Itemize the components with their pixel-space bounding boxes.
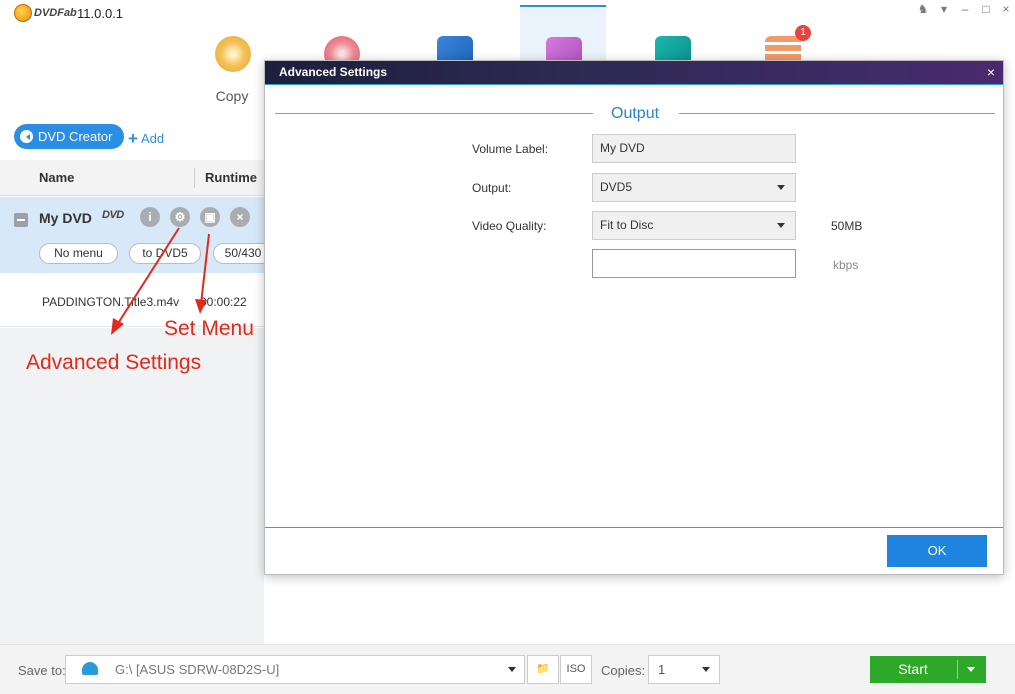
browse-folder-button[interactable]: 📁 xyxy=(527,655,559,684)
advanced-settings-annotation: Advanced Settings xyxy=(26,351,202,374)
section-title-output: Output xyxy=(611,105,660,122)
maximize-icon[interactable]: □ xyxy=(977,2,995,16)
chevron-down-icon xyxy=(777,223,785,228)
bitrate-unit: kbps xyxy=(833,258,859,272)
optical-drive-icon xyxy=(82,662,98,675)
output-select-value: DVD5 xyxy=(600,180,633,194)
save-to-select[interactable]: G:\ [ASUS SDRW-08D2S-U] xyxy=(65,655,525,684)
dialog-divider-top xyxy=(265,84,1003,85)
save-to-path: G:\ [ASUS SDRW-08D2S-U] xyxy=(115,662,280,677)
video-quality-value: Fit to Disc xyxy=(600,218,654,232)
video-size-readout: 50MB xyxy=(831,219,863,233)
copies-select[interactable]: 1 xyxy=(648,655,720,684)
video-quality-label: Video Quality: xyxy=(472,219,547,233)
volume-label-label: Volume Label: xyxy=(472,142,549,156)
dialog-title-bar: Advanced Settings xyxy=(265,61,1003,84)
dialog-divider-bottom xyxy=(265,527,1003,528)
task-count-badge: 1 xyxy=(795,25,811,41)
section-rule-right xyxy=(679,113,995,114)
output-label: Output: xyxy=(472,181,512,195)
dialog-title: Advanced Settings xyxy=(279,65,388,79)
copies-label: Copies: xyxy=(601,663,646,678)
start-button[interactable]: Start xyxy=(870,656,986,683)
volume-label-input[interactable]: My DVD xyxy=(592,134,796,163)
close-window-icon[interactable]: × xyxy=(997,2,1015,16)
section-rule-left xyxy=(275,113,593,114)
bottom-bar: Save to: G:\ [ASUS SDRW-08D2S-U] 📁 ISO C… xyxy=(0,644,1015,694)
save-to-label: Save to: xyxy=(18,663,66,678)
bitrate-input[interactable] xyxy=(592,249,796,278)
set-menu-arrow xyxy=(195,233,210,314)
advanced-settings-dialog: Advanced Settings × Output Volume Label:… xyxy=(264,60,1004,575)
folder-icon: 📁 xyxy=(536,663,550,675)
output-select[interactable]: DVD5 xyxy=(592,173,796,202)
video-quality-select[interactable]: Fit to Disc xyxy=(592,211,796,240)
chevron-down-icon xyxy=(702,667,710,672)
chevron-down-icon xyxy=(777,185,785,190)
dialog-close-icon[interactable]: × xyxy=(983,62,999,82)
start-label: Start xyxy=(898,661,928,677)
chevron-down-icon xyxy=(508,667,516,672)
skin-icon[interactable]: ♞ xyxy=(914,2,932,16)
start-options-icon[interactable] xyxy=(967,667,975,672)
set-menu-annotation: Set Menu xyxy=(164,317,254,340)
module-creator[interactable] xyxy=(520,5,606,73)
save-as-iso-button[interactable]: ISO xyxy=(560,655,592,684)
copies-value: 1 xyxy=(658,662,666,677)
menu-dropdown-icon[interactable]: ▾ xyxy=(935,2,953,16)
iso-icon: ISO xyxy=(566,663,586,675)
minimize-icon[interactable]: – xyxy=(956,2,974,16)
start-divider xyxy=(957,660,958,679)
ok-button[interactable]: OK xyxy=(887,535,987,567)
